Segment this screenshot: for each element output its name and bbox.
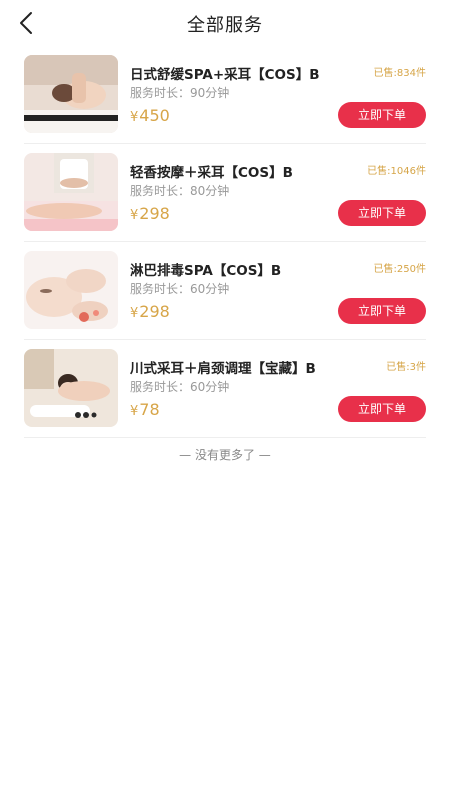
price-value: 450 [139,106,170,125]
sold-count: 已售:1046件 [367,166,426,177]
service-price: ¥298 [130,302,170,321]
service-thumbnail[interactable] [24,153,118,231]
service-price: ¥78 [130,400,160,419]
service-price: ¥298 [130,204,170,223]
order-now-button[interactable]: 立即下单 [338,102,426,128]
currency-symbol: ¥ [130,110,139,125]
sold-count: 已售:834件 [373,68,426,79]
service-name: 日式舒缓SPA+采耳【COS】B [130,67,320,83]
order-now-button[interactable]: 立即下单 [338,396,426,422]
service-duration: 服务时长：80分钟 [130,184,230,198]
service-item[interactable]: 日式舒缓SPA+采耳【COS】B 已售:834件 服务时长：90分钟 ¥450 … [24,46,426,144]
service-list: 日式舒缓SPA+采耳【COS】B 已售:834件 服务时长：90分钟 ¥450 … [24,46,426,438]
service-name: 轻香按摩＋采耳【COS】B [130,165,293,181]
sold-count: 已售:3件 [386,362,426,373]
service-thumbnail[interactable] [24,251,118,329]
currency-symbol: ¥ [130,208,139,223]
sold-count: 已售:250件 [373,264,426,275]
service-thumbnail[interactable] [24,55,118,133]
order-now-button[interactable]: 立即下单 [338,200,426,226]
currency-symbol: ¥ [130,306,139,321]
page-title: 全部服务 [187,15,263,36]
order-now-button[interactable]: 立即下单 [338,298,426,324]
price-value: 298 [139,204,170,223]
service-price: ¥450 [130,106,170,125]
service-item[interactable]: 轻香按摩＋采耳【COS】B 已售:1046件 服务时长：80分钟 ¥298 立即… [24,144,426,242]
price-value: 78 [139,400,160,419]
top-bar: 全部服务 [0,0,450,46]
service-name: 淋巴排毒SPA【COS】B [130,263,282,279]
no-more-indicator: — 没有更多了 — [179,448,271,462]
service-duration: 服务时长：60分钟 [130,282,230,296]
price-value: 298 [139,302,170,321]
currency-symbol: ¥ [130,404,139,419]
service-name: 川式采耳＋肩颈调理【宝藏】B [130,361,316,377]
service-thumbnail[interactable] [24,349,118,427]
service-item[interactable]: 川式采耳＋肩颈调理【宝藏】B 已售:3件 服务时长：60分钟 ¥78 立即下单 [24,340,426,438]
service-duration: 服务时长：90分钟 [130,86,230,100]
service-duration: 服务时长：60分钟 [130,380,230,394]
service-item[interactable]: 淋巴排毒SPA【COS】B 已售:250件 服务时长：60分钟 ¥298 立即下… [24,242,426,340]
